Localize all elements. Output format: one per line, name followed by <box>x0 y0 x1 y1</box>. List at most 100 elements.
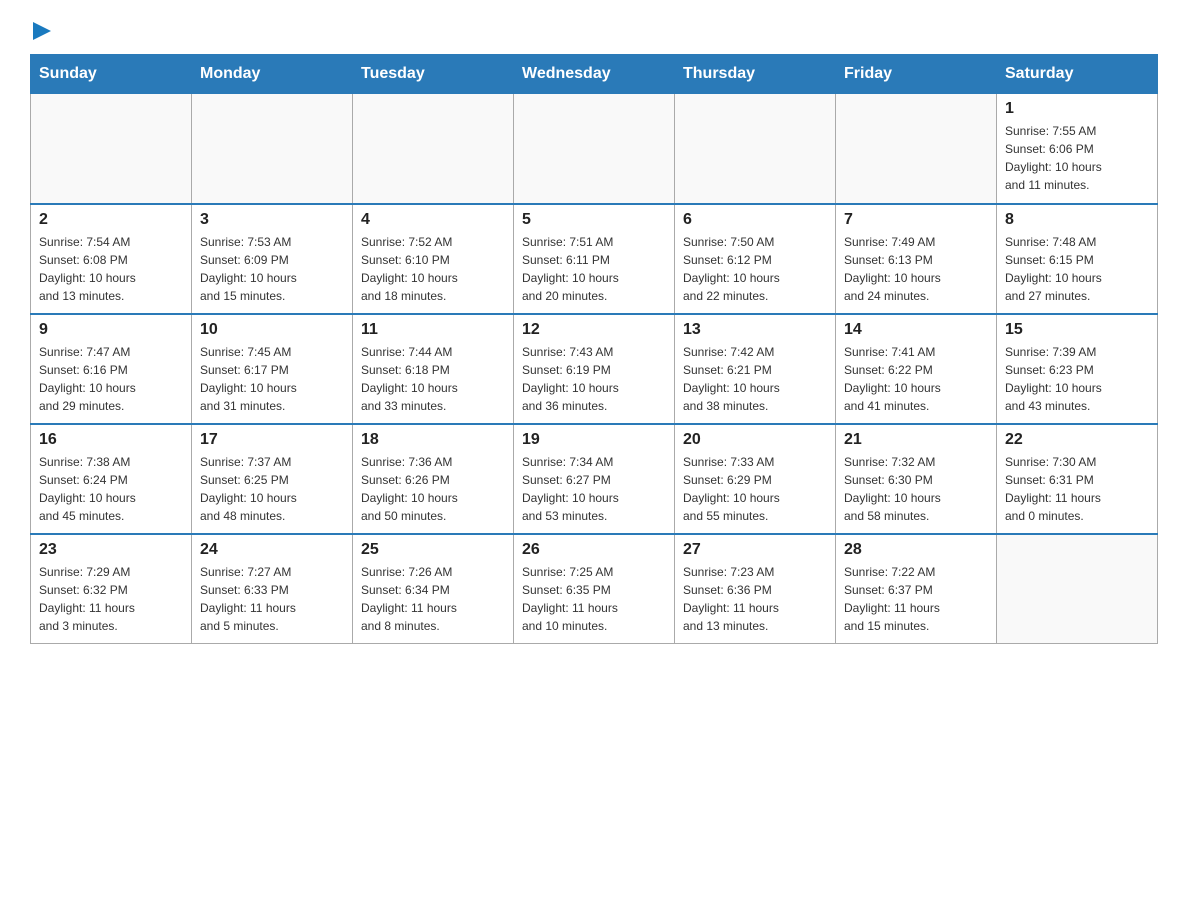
day-info: Sunrise: 7:22 AM Sunset: 6:37 PM Dayligh… <box>844 563 988 635</box>
day-number: 8 <box>1005 211 1149 229</box>
day-number: 28 <box>844 541 988 559</box>
calendar-cell: 6Sunrise: 7:50 AM Sunset: 6:12 PM Daylig… <box>675 204 836 314</box>
day-number: 25 <box>361 541 505 559</box>
calendar-cell: 21 Sunrise: 7:32 AM Sunset: 6:30 PM Dayli… <box>836 424 997 534</box>
day-info: Sunrise: 7:52 AM Sunset: 6:10 PM Dayligh… <box>361 233 505 305</box>
calendar-cell: 11 Sunrise: 7:44 AM Sunset: 6:18 PM Dayli… <box>353 314 514 424</box>
logo-flag-icon <box>31 20 53 42</box>
calendar-cell: 24 Sunrise: 7:27 AM Sunset: 6:33 PM Dayli… <box>192 534 353 644</box>
day-info: Sunrise: 7:45 AM Sunset: 6:17 PM Dayligh… <box>200 343 344 415</box>
day-info: Sunrise: 7:53 AM Sunset: 6:09 PM Dayligh… <box>200 233 344 305</box>
calendar-cell: 16 Sunrise: 7:38 AM Sunset: 6:24 PM Dayli… <box>31 424 192 534</box>
weekday-header-wednesday: Wednesday <box>514 55 675 94</box>
calendar-cell: 28 Sunrise: 7:22 AM Sunset: 6:37 PM Dayli… <box>836 534 997 644</box>
calendar-cell: 14 Sunrise: 7:41 AM Sunset: 6:22 PM Dayli… <box>836 314 997 424</box>
day-number: 12 <box>522 321 666 339</box>
day-number: 26 <box>522 541 666 559</box>
calendar-cell: 12 Sunrise: 7:43 AM Sunset: 6:19 PM Dayli… <box>514 314 675 424</box>
weekday-header-tuesday: Tuesday <box>353 55 514 94</box>
weekday-header-thursday: Thursday <box>675 55 836 94</box>
calendar-cell: 25 Sunrise: 7:26 AM Sunset: 6:34 PM Dayli… <box>353 534 514 644</box>
day-number: 23 <box>39 541 183 559</box>
day-number: 14 <box>844 321 988 339</box>
day-info: Sunrise: 7:44 AM Sunset: 6:18 PM Dayligh… <box>361 343 505 415</box>
calendar-cell <box>192 94 353 204</box>
calendar-week-3: 9 Sunrise: 7:47 AM Sunset: 6:16 PM Daylig… <box>31 314 1158 424</box>
calendar-cell: 10 Sunrise: 7:45 AM Sunset: 6:17 PM Dayli… <box>192 314 353 424</box>
calendar-cell: 2 Sunrise: 7:54 AM Sunset: 6:08 PM Daylig… <box>31 204 192 314</box>
day-number: 20 <box>683 431 827 449</box>
calendar-cell: 5Sunrise: 7:51 AM Sunset: 6:11 PM Daylig… <box>514 204 675 314</box>
calendar-cell <box>31 94 192 204</box>
weekday-header-saturday: Saturday <box>997 55 1158 94</box>
calendar-cell: 23Sunrise: 7:29 AM Sunset: 6:32 PM Dayli… <box>31 534 192 644</box>
day-info: Sunrise: 7:54 AM Sunset: 6:08 PM Dayligh… <box>39 233 183 305</box>
calendar-cell: 13 Sunrise: 7:42 AM Sunset: 6:21 PM Dayli… <box>675 314 836 424</box>
day-number: 4 <box>361 211 505 229</box>
day-number: 2 <box>39 211 183 229</box>
calendar-cell: 7 Sunrise: 7:49 AM Sunset: 6:13 PM Daylig… <box>836 204 997 314</box>
calendar-cell: 17 Sunrise: 7:37 AM Sunset: 6:25 PM Dayli… <box>192 424 353 534</box>
day-info: Sunrise: 7:25 AM Sunset: 6:35 PM Dayligh… <box>522 563 666 635</box>
day-info: Sunrise: 7:51 AM Sunset: 6:11 PM Dayligh… <box>522 233 666 305</box>
day-number: 13 <box>683 321 827 339</box>
day-info: Sunrise: 7:32 AM Sunset: 6:30 PM Dayligh… <box>844 453 988 525</box>
day-info: Sunrise: 7:42 AM Sunset: 6:21 PM Dayligh… <box>683 343 827 415</box>
calendar-cell <box>353 94 514 204</box>
day-info: Sunrise: 7:38 AM Sunset: 6:24 PM Dayligh… <box>39 453 183 525</box>
day-number: 24 <box>200 541 344 559</box>
calendar-cell: 18 Sunrise: 7:36 AM Sunset: 6:26 PM Dayli… <box>353 424 514 534</box>
day-number: 11 <box>361 321 505 339</box>
calendar: SundayMondayTuesdayWednesdayThursdayFrid… <box>30 54 1158 644</box>
calendar-cell: 9 Sunrise: 7:47 AM Sunset: 6:16 PM Daylig… <box>31 314 192 424</box>
day-info: Sunrise: 7:26 AM Sunset: 6:34 PM Dayligh… <box>361 563 505 635</box>
day-info: Sunrise: 7:49 AM Sunset: 6:13 PM Dayligh… <box>844 233 988 305</box>
day-info: Sunrise: 7:55 AM Sunset: 6:06 PM Dayligh… <box>1005 122 1149 194</box>
day-number: 16 <box>39 431 183 449</box>
day-info: Sunrise: 7:48 AM Sunset: 6:15 PM Dayligh… <box>1005 233 1149 305</box>
day-number: 9 <box>39 321 183 339</box>
day-number: 7 <box>844 211 988 229</box>
calendar-cell: 22 Sunrise: 7:30 AM Sunset: 6:31 PM Dayli… <box>997 424 1158 534</box>
day-number: 18 <box>361 431 505 449</box>
calendar-cell: 26 Sunrise: 7:25 AM Sunset: 6:35 PM Dayli… <box>514 534 675 644</box>
day-info: Sunrise: 7:41 AM Sunset: 6:22 PM Dayligh… <box>844 343 988 415</box>
day-info: Sunrise: 7:36 AM Sunset: 6:26 PM Dayligh… <box>361 453 505 525</box>
day-number: 22 <box>1005 431 1149 449</box>
calendar-cell: 1 Sunrise: 7:55 AM Sunset: 6:06 PM Daylig… <box>997 94 1158 204</box>
calendar-cell: 19 Sunrise: 7:34 AM Sunset: 6:27 PM Dayli… <box>514 424 675 534</box>
calendar-cell <box>836 94 997 204</box>
calendar-week-4: 16 Sunrise: 7:38 AM Sunset: 6:24 PM Dayli… <box>31 424 1158 534</box>
calendar-cell: 3Sunrise: 7:53 AM Sunset: 6:09 PM Daylig… <box>192 204 353 314</box>
calendar-week-2: 2 Sunrise: 7:54 AM Sunset: 6:08 PM Daylig… <box>31 204 1158 314</box>
day-info: Sunrise: 7:39 AM Sunset: 6:23 PM Dayligh… <box>1005 343 1149 415</box>
day-info: Sunrise: 7:47 AM Sunset: 6:16 PM Dayligh… <box>39 343 183 415</box>
calendar-cell <box>997 534 1158 644</box>
calendar-cell: 15 Sunrise: 7:39 AM Sunset: 6:23 PM Dayli… <box>997 314 1158 424</box>
day-info: Sunrise: 7:23 AM Sunset: 6:36 PM Dayligh… <box>683 563 827 635</box>
day-number: 21 <box>844 431 988 449</box>
day-info: Sunrise: 7:50 AM Sunset: 6:12 PM Dayligh… <box>683 233 827 305</box>
calendar-cell: 4 Sunrise: 7:52 AM Sunset: 6:10 PM Daylig… <box>353 204 514 314</box>
day-number: 19 <box>522 431 666 449</box>
day-info: Sunrise: 7:33 AM Sunset: 6:29 PM Dayligh… <box>683 453 827 525</box>
day-info: Sunrise: 7:34 AM Sunset: 6:27 PM Dayligh… <box>522 453 666 525</box>
weekday-header-monday: Monday <box>192 55 353 94</box>
day-number: 17 <box>200 431 344 449</box>
calendar-header-row: SundayMondayTuesdayWednesdayThursdayFrid… <box>31 55 1158 94</box>
calendar-week-1: 1 Sunrise: 7:55 AM Sunset: 6:06 PM Daylig… <box>31 94 1158 204</box>
day-number: 15 <box>1005 321 1149 339</box>
day-info: Sunrise: 7:37 AM Sunset: 6:25 PM Dayligh… <box>200 453 344 525</box>
day-info: Sunrise: 7:30 AM Sunset: 6:31 PM Dayligh… <box>1005 453 1149 525</box>
page-header <box>30 20 1158 44</box>
day-info: Sunrise: 7:43 AM Sunset: 6:19 PM Dayligh… <box>522 343 666 415</box>
weekday-header-friday: Friday <box>836 55 997 94</box>
calendar-cell: 8 Sunrise: 7:48 AM Sunset: 6:15 PM Daylig… <box>997 204 1158 314</box>
day-info: Sunrise: 7:27 AM Sunset: 6:33 PM Dayligh… <box>200 563 344 635</box>
calendar-cell: 20 Sunrise: 7:33 AM Sunset: 6:29 PM Dayli… <box>675 424 836 534</box>
calendar-cell <box>514 94 675 204</box>
calendar-cell: 27 Sunrise: 7:23 AM Sunset: 6:36 PM Dayli… <box>675 534 836 644</box>
day-number: 10 <box>200 321 344 339</box>
day-number: 27 <box>683 541 827 559</box>
day-number: 1 <box>1005 100 1149 118</box>
